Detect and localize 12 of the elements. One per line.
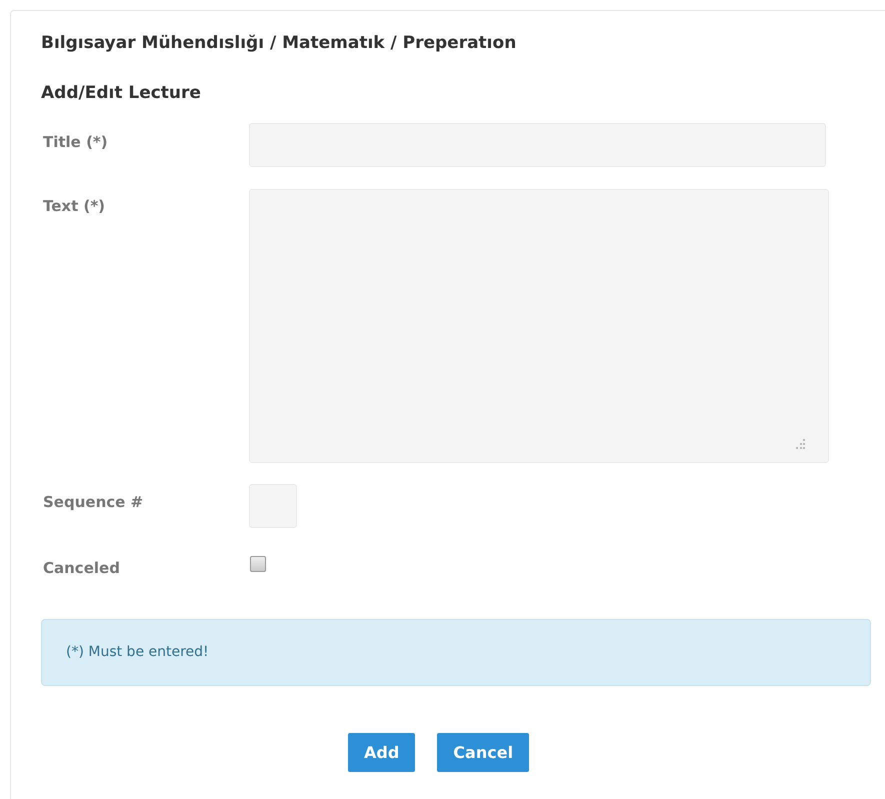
form-button[interactable]: Add (348, 733, 416, 772)
field-label: Title (*) (42, 132, 109, 151)
form-title: Add/Edıt Lecture (41, 83, 202, 105)
field-label: Text (*) (42, 196, 106, 215)
field-label: Canceled (42, 558, 121, 577)
resize-grip-icon[interactable] (794, 438, 806, 450)
checkbox[interactable] (250, 556, 266, 572)
field-label: Sequence # (42, 492, 144, 511)
alert-text: (*) Must be entered! (66, 644, 209, 660)
form-button[interactable]: Cancel (437, 733, 530, 772)
breadcrumb: Bılgısayar Mühendıslığı / Matematık / Preperatıon (41, 33, 518, 55)
text-area[interactable] (249, 189, 829, 463)
